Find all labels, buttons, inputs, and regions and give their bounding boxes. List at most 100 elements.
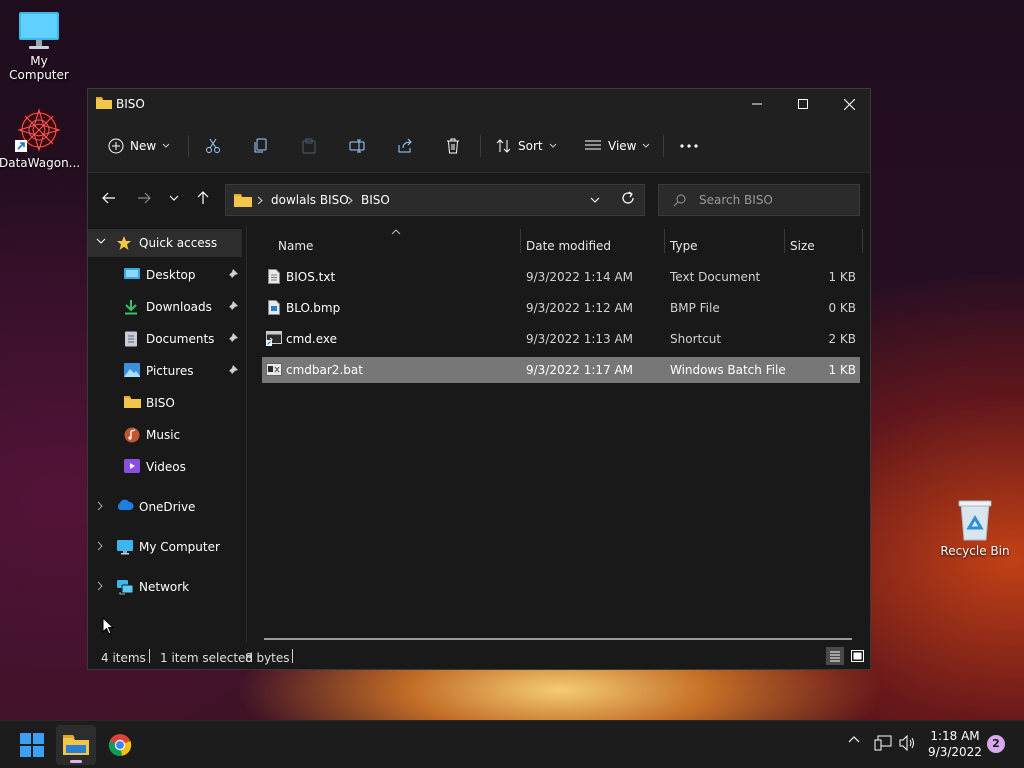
pane-divider[interactable] [246, 225, 247, 643]
chevron-right-icon[interactable] [96, 541, 104, 551]
file-list: Name Date modified Type Size BIOS.txt 9/… [248, 225, 870, 643]
sort-button[interactable]: Sort [496, 119, 557, 173]
chevron-down-icon [162, 143, 170, 149]
file-size: 1 KB [828, 270, 856, 284]
refresh-button[interactable] [621, 191, 635, 205]
search-placeholder: Search BISO [699, 193, 773, 207]
column-header-name[interactable]: Name [278, 239, 518, 261]
nav-item-biso[interactable]: BISO [88, 389, 242, 417]
column-header-type[interactable]: Type [670, 239, 782, 261]
nav-item-videos[interactable]: Videos [88, 453, 242, 481]
file-row-selected[interactable]: cmdbar2.bat 9/3/2022 1:17 AM Windows Bat… [262, 357, 860, 383]
window-title: BISO [116, 97, 145, 111]
share-icon [397, 138, 413, 154]
nav-label: Pictures [146, 364, 194, 378]
image-file-icon [268, 300, 280, 315]
sort-label: Sort [518, 139, 543, 153]
back-button[interactable] [96, 185, 122, 211]
copy-button[interactable] [253, 119, 269, 173]
search-box[interactable]: Search BISO [658, 184, 860, 216]
paste-button[interactable] [301, 119, 317, 173]
nav-my-computer[interactable]: My Computer [88, 533, 242, 561]
nav-network[interactable]: Network [88, 573, 242, 601]
taskbar-chrome[interactable] [100, 725, 140, 765]
file-type: Shortcut [670, 332, 722, 346]
cut-button[interactable] [205, 119, 221, 173]
nav-onedrive[interactable]: OneDrive [88, 493, 242, 521]
file-type: Windows Batch File [670, 363, 786, 377]
arrow-right-icon [137, 192, 151, 204]
taskbar-file-explorer[interactable] [56, 725, 96, 765]
details-view-button[interactable] [826, 647, 844, 665]
nav-item-desktop[interactable]: Desktop [88, 261, 242, 289]
address-dropdown-icon[interactable] [590, 197, 600, 204]
delete-button[interactable] [445, 119, 461, 173]
file-date: 9/3/2022 1:12 AM [526, 301, 634, 315]
desktop-icon-datawagon[interactable]: DataWagon... [0, 106, 80, 170]
desktop-icon-recycle-bin[interactable]: Recycle Bin [935, 498, 1015, 558]
clock[interactable]: 1:18 AM 9/3/2022 [920, 728, 990, 760]
scissors-icon [205, 138, 221, 154]
breadcrumb-segment[interactable]: BISO [361, 193, 390, 207]
rename-button[interactable] [349, 119, 365, 173]
show-hidden-icons-button[interactable] [848, 735, 860, 743]
status-divider [292, 649, 293, 663]
chevron-right-icon[interactable] [96, 581, 104, 591]
folder-icon [124, 395, 141, 409]
nav-label: Network [139, 580, 190, 594]
file-row[interactable]: BLO.bmp 9/3/2022 1:12 AM BMP File 0 KB [262, 295, 860, 321]
taskbar: 1:18 AM 9/3/2022 [0, 720, 1024, 768]
chevron-right-icon[interactable] [96, 501, 104, 511]
start-button[interactable] [12, 725, 52, 765]
maximize-button[interactable] [780, 89, 826, 119]
up-button[interactable] [190, 185, 216, 211]
nav-label: Music [146, 428, 181, 442]
desktop-icon-my-computer[interactable]: My Computer [0, 10, 79, 82]
pin-icon [228, 333, 238, 343]
notification-badge[interactable]: 2 [987, 735, 1005, 753]
chevron-down-icon[interactable] [96, 237, 106, 245]
forward-button[interactable] [131, 185, 157, 211]
column-header-date[interactable]: Date modified [526, 239, 662, 261]
windows-logo-icon [20, 733, 44, 757]
selection-count: 1 item selected [160, 651, 254, 665]
sort-ascending-icon [391, 229, 401, 235]
view-list-icon [584, 139, 602, 153]
nav-item-downloads[interactable]: Downloads [88, 293, 242, 321]
arrow-left-icon [102, 192, 116, 204]
nav-item-pictures[interactable]: Pictures [88, 357, 242, 385]
file-name: BLO.bmp [286, 301, 341, 315]
network-status-button[interactable] [874, 735, 892, 751]
title-bar[interactable]: BISO [88, 89, 870, 119]
more-options-button[interactable] [680, 119, 698, 173]
recent-locations-button[interactable] [161, 185, 187, 211]
large-icons-view-button[interactable] [848, 647, 866, 665]
status-divider [149, 649, 150, 663]
nav-item-music[interactable]: Music [88, 421, 242, 449]
new-button[interactable]: New [108, 119, 170, 173]
breadcrumb-segment[interactable]: dowlals BISO [271, 193, 349, 207]
file-size: 0 KB [828, 301, 856, 315]
file-size: 1 KB [828, 363, 856, 377]
music-icon [124, 427, 140, 443]
item-count: 4 items [101, 651, 146, 665]
pin-icon [228, 269, 238, 279]
file-row[interactable]: BIOS.txt 9/3/2022 1:14 AM Text Document … [262, 264, 860, 290]
nav-label: OneDrive [139, 500, 196, 514]
clock-time: 1:18 AM [930, 729, 980, 743]
cloud-icon [116, 499, 134, 511]
nav-item-documents[interactable]: Documents [88, 325, 242, 353]
volume-button[interactable] [899, 735, 917, 751]
horizontal-scrollbar[interactable] [264, 638, 852, 640]
share-button[interactable] [397, 119, 413, 173]
column-header-size[interactable]: Size [790, 239, 860, 261]
nav-label: Documents [146, 332, 215, 346]
view-button[interactable]: View [584, 119, 650, 173]
minimize-button[interactable] [734, 89, 780, 119]
nav-quick-access[interactable]: Quick access [88, 229, 242, 257]
close-button[interactable] [826, 89, 872, 119]
address-bar[interactable]: dowlals BISO BISO [225, 184, 645, 216]
batch-file-icon [266, 363, 282, 376]
file-row[interactable]: cmd.exe 9/3/2022 1:13 AM Shortcut 2 KB [262, 326, 860, 352]
chevron-down-icon [169, 195, 179, 202]
